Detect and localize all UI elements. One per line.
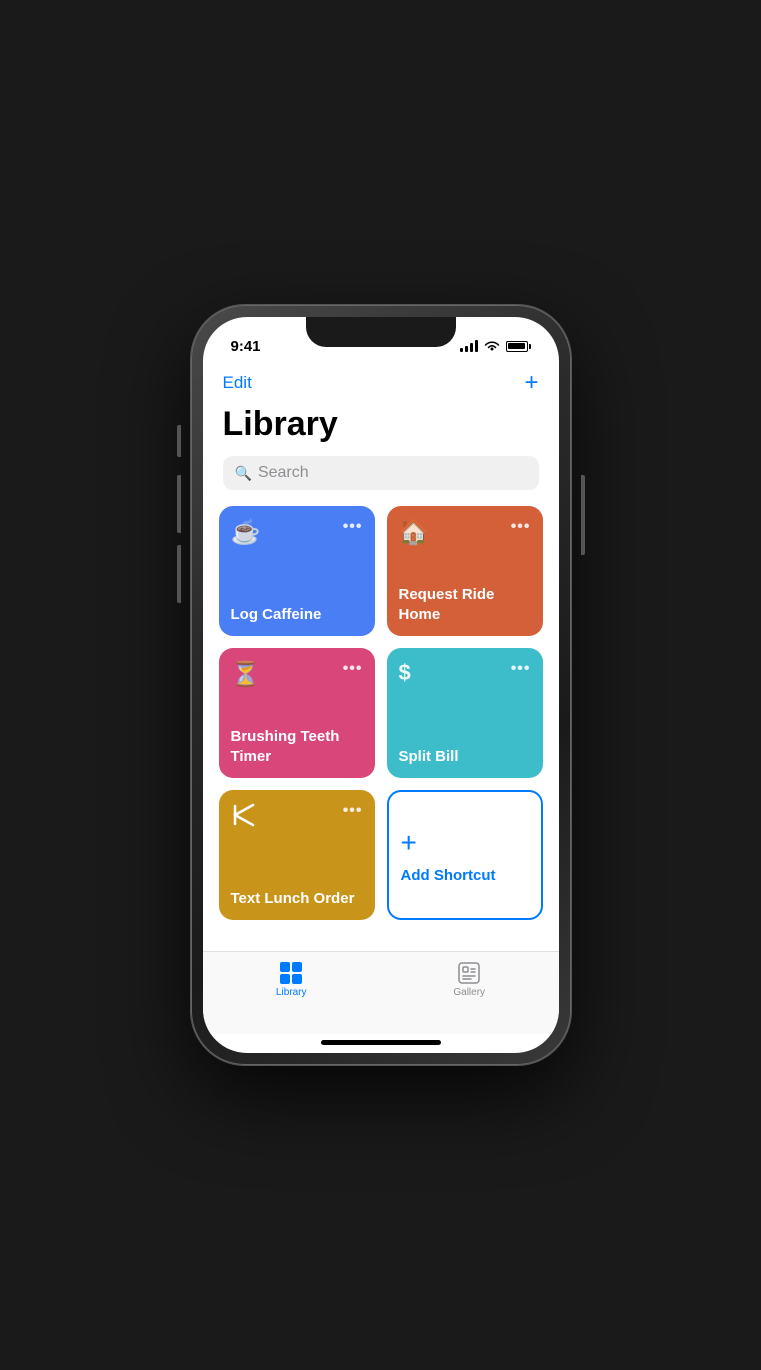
shortcut-menu-split-bill[interactable]: ••• [511,660,531,678]
power-button[interactable] [581,475,585,555]
add-shortcut-plus-icon: + [401,827,417,859]
gallery-icon [458,962,480,984]
status-icons [460,340,531,352]
shortcut-label-text-lunch-order: Text Lunch Order [231,889,363,909]
shortcut-icon-text-lunch-order [231,802,257,828]
library-icon [280,962,302,984]
wifi-icon [484,340,500,352]
shortcut-menu-text-lunch-order[interactable]: ••• [343,802,363,820]
notch [306,317,456,347]
shortcut-icon-split-bill: $ [399,660,411,686]
tab-bar: Library Gallery [203,951,559,1034]
shortcut-icon-log-caffeine: ☕ [231,518,261,547]
page-title: Library [203,401,559,456]
shortcuts-grid: ☕ ••• Log Caffeine 🏠 ••• Request Ride Ho… [203,506,559,920]
search-placeholder: Search [258,464,309,482]
shortcut-icon-brushing-teeth-timer: ⏳ [231,660,261,689]
add-shortcut-label: Add Shortcut [401,867,496,884]
tab-library[interactable]: Library [276,962,307,998]
mute-button[interactable] [177,425,181,457]
shortcut-label-brushing-teeth-timer: Brushing Teeth Timer [231,727,363,766]
volume-down-button[interactable] [177,545,181,603]
shortcut-icon-request-ride-home: 🏠 [399,518,429,547]
shortcut-menu-request-ride-home[interactable]: ••• [511,518,531,536]
shortcut-menu-brushing-teeth-timer[interactable]: ••• [343,660,363,678]
tab-gallery[interactable]: Gallery [453,962,485,998]
shortcut-card-request-ride-home[interactable]: 🏠 ••• Request Ride Home [387,506,543,636]
search-icon: 🔍 [235,465,252,482]
nav-header: Edit + [203,361,559,401]
screen-content: Edit + Library 🔍 Search ☕ ••• [203,361,559,1053]
shortcut-card-brushing-teeth-timer[interactable]: ⏳ ••• Brushing Teeth Timer [219,648,375,778]
content-spacer [203,920,559,951]
shortcut-card-log-caffeine[interactable]: ☕ ••• Log Caffeine [219,506,375,636]
edit-button[interactable]: Edit [223,373,252,393]
shortcut-label-log-caffeine: Log Caffeine [231,605,363,625]
tab-gallery-label: Gallery [453,987,485,998]
status-time: 9:41 [231,338,261,355]
phone-frame: 9:41 [191,305,571,1065]
shortcut-label-request-ride-home: Request Ride Home [399,585,531,624]
volume-up-button[interactable] [177,475,181,533]
shortcut-card-split-bill[interactable]: $ ••• Split Bill [387,648,543,778]
shortcut-label-split-bill: Split Bill [399,747,531,767]
shortcut-card-text-lunch-order[interactable]: ••• Text Lunch Order [219,790,375,920]
phone-screen: 9:41 [203,317,559,1053]
tab-library-label: Library [276,987,307,998]
add-shortcut-card[interactable]: + Add Shortcut [387,790,543,920]
shortcut-menu-log-caffeine[interactable]: ••• [343,518,363,536]
home-indicator [321,1040,441,1045]
search-container: 🔍 Search [203,456,559,506]
add-button[interactable]: + [524,369,538,397]
battery-icon [506,341,531,352]
search-bar[interactable]: 🔍 Search [223,456,539,490]
signal-icon [460,340,478,352]
